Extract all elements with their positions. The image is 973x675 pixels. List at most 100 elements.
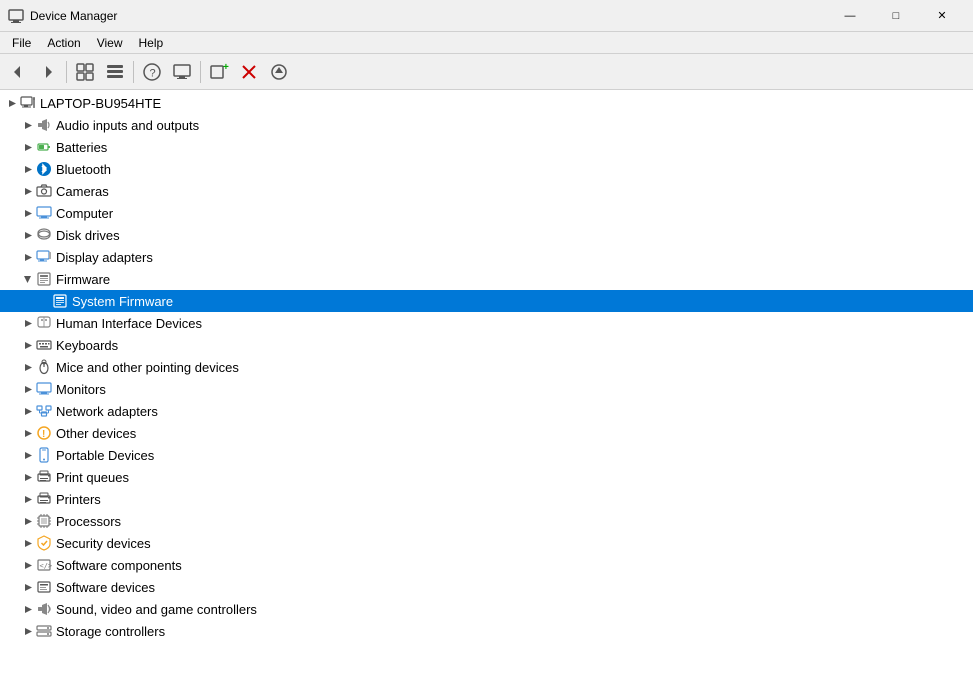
- tree-bluetooth[interactable]: Bluetooth: [0, 158, 973, 180]
- firmware-icon: [36, 271, 52, 287]
- menu-help[interactable]: Help: [131, 34, 172, 52]
- printqueues-label: Print queues: [56, 470, 129, 485]
- tree-system-firmware[interactable]: System Firmware: [0, 290, 973, 312]
- svg-text:</>: </>: [40, 562, 53, 570]
- other-expand-arrow[interactable]: [20, 425, 36, 441]
- tree-print-queues[interactable]: Print queues: [0, 466, 973, 488]
- cameras-label: Cameras: [56, 184, 109, 199]
- processors-icon: [36, 513, 52, 529]
- tree-disk[interactable]: Disk drives: [0, 224, 973, 246]
- close-button[interactable]: ✕: [919, 0, 965, 32]
- monitors-label: Monitors: [56, 382, 106, 397]
- tree-processors[interactable]: Processors: [0, 510, 973, 532]
- computer-icon: [36, 205, 52, 221]
- monitors-expand-arrow[interactable]: [20, 381, 36, 397]
- tree-other[interactable]: ! Other devices: [0, 422, 973, 444]
- toolbar-add-driver[interactable]: +: [205, 58, 233, 86]
- audio-expand-arrow[interactable]: [20, 117, 36, 133]
- tree-mice[interactable]: Mice and other pointing devices: [0, 356, 973, 378]
- firmware-expand-arrow[interactable]: [20, 271, 36, 287]
- root-expand-arrow[interactable]: [4, 95, 20, 111]
- tree-network[interactable]: Network adapters: [0, 400, 973, 422]
- minimize-button[interactable]: —: [827, 0, 873, 32]
- monitors-icon: [36, 381, 52, 397]
- tree-hid[interactable]: Human Interface Devices: [0, 312, 973, 334]
- toolbar-show-type[interactable]: [71, 58, 99, 86]
- tree-softdev[interactable]: Software devices: [0, 576, 973, 598]
- printers-expand-arrow[interactable]: [20, 491, 36, 507]
- softcomp-icon: </>: [36, 557, 52, 573]
- tree-monitors[interactable]: Monitors: [0, 378, 973, 400]
- toolbar-back[interactable]: [4, 58, 32, 86]
- window-title: Device Manager: [30, 9, 827, 23]
- menu-file[interactable]: File: [4, 34, 39, 52]
- toolbar-display[interactable]: [168, 58, 196, 86]
- tree-portable[interactable]: Portable Devices: [0, 444, 973, 466]
- network-expand-arrow[interactable]: [20, 403, 36, 419]
- menu-action[interactable]: Action: [39, 34, 88, 52]
- softcomp-expand-arrow[interactable]: [20, 557, 36, 573]
- security-expand-arrow[interactable]: [20, 535, 36, 551]
- tree-firmware[interactable]: Firmware: [0, 268, 973, 290]
- toolbar-update[interactable]: [265, 58, 293, 86]
- toolbar-forward[interactable]: [34, 58, 62, 86]
- audio-label: Audio inputs and outputs: [56, 118, 199, 133]
- toolbar-help[interactable]: ?: [138, 58, 166, 86]
- mice-icon: [36, 359, 52, 375]
- sound-label: Sound, video and game controllers: [56, 602, 257, 617]
- other-label: Other devices: [56, 426, 136, 441]
- tree-softcomp[interactable]: </> Software components: [0, 554, 973, 576]
- hid-label: Human Interface Devices: [56, 316, 202, 331]
- disk-expand-arrow[interactable]: [20, 227, 36, 243]
- svg-text:?: ?: [150, 67, 156, 79]
- softcomp-label: Software components: [56, 558, 182, 573]
- sound-expand-arrow[interactable]: [20, 601, 36, 617]
- network-label: Network adapters: [56, 404, 158, 419]
- security-icon: [36, 535, 52, 551]
- tree-keyboards[interactable]: Keyboards: [0, 334, 973, 356]
- tree-display[interactable]: Display adapters: [0, 246, 973, 268]
- mice-expand-arrow[interactable]: [20, 359, 36, 375]
- tree-storage[interactable]: Storage controllers: [0, 620, 973, 642]
- tree-security[interactable]: Security devices: [0, 532, 973, 554]
- processors-expand-arrow[interactable]: [20, 513, 36, 529]
- window-controls: — □ ✕: [827, 0, 965, 32]
- tree-batteries[interactable]: Batteries: [0, 136, 973, 158]
- display-icon: [36, 249, 52, 265]
- maximize-button[interactable]: □: [873, 0, 919, 32]
- tree-sound[interactable]: Sound, video and game controllers: [0, 598, 973, 620]
- menu-view[interactable]: View: [89, 34, 131, 52]
- root-icon: [20, 95, 36, 111]
- toolbar-remove[interactable]: [235, 58, 263, 86]
- portable-label: Portable Devices: [56, 448, 154, 463]
- batteries-icon: [36, 139, 52, 155]
- tree-printers[interactable]: Printers: [0, 488, 973, 510]
- batteries-expand-arrow[interactable]: [20, 139, 36, 155]
- mice-label: Mice and other pointing devices: [56, 360, 239, 375]
- printqueues-expand-arrow[interactable]: [20, 469, 36, 485]
- bluetooth-expand-arrow[interactable]: [20, 161, 36, 177]
- sound-icon: [36, 601, 52, 617]
- softdev-icon: [36, 579, 52, 595]
- tree-root[interactable]: LAPTOP-BU954HTE: [0, 92, 973, 114]
- computer-expand-arrow[interactable]: [20, 205, 36, 221]
- computer-label: Computer: [56, 206, 113, 221]
- softdev-expand-arrow[interactable]: [20, 579, 36, 595]
- keyboards-icon: [36, 337, 52, 353]
- root-label: LAPTOP-BU954HTE: [40, 96, 161, 111]
- hid-expand-arrow[interactable]: [20, 315, 36, 331]
- cameras-expand-arrow[interactable]: [20, 183, 36, 199]
- tree-computer[interactable]: Computer: [0, 202, 973, 224]
- tree-cameras[interactable]: Cameras: [0, 180, 973, 202]
- title-bar: Device Manager — □ ✕: [0, 0, 973, 32]
- display-expand-arrow[interactable]: [20, 249, 36, 265]
- hid-icon: [36, 315, 52, 331]
- disk-label: Disk drives: [56, 228, 120, 243]
- svg-text:+: +: [223, 62, 229, 73]
- portable-expand-arrow[interactable]: [20, 447, 36, 463]
- device-tree[interactable]: LAPTOP-BU954HTE Audio inputs and outputs: [0, 90, 973, 675]
- toolbar-show-resource[interactable]: [101, 58, 129, 86]
- storage-expand-arrow[interactable]: [20, 623, 36, 639]
- keyboards-expand-arrow[interactable]: [20, 337, 36, 353]
- tree-audio[interactable]: Audio inputs and outputs: [0, 114, 973, 136]
